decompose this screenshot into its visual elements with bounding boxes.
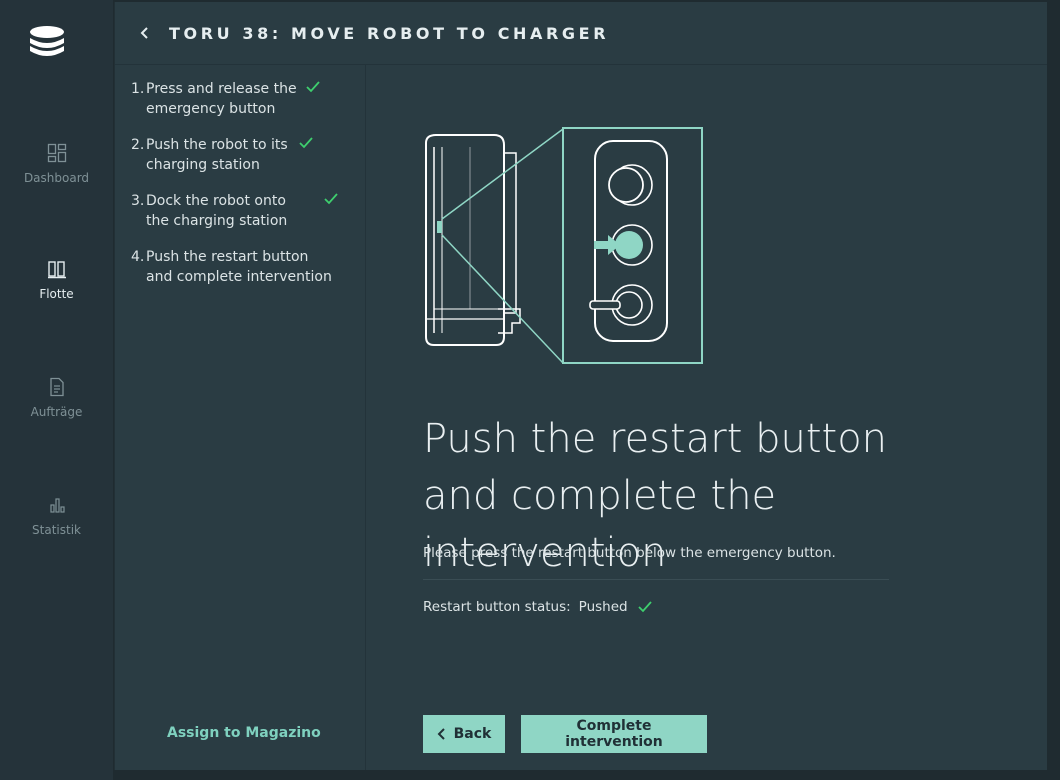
stacked-discs-logo-icon[interactable] — [26, 24, 68, 62]
fleet-icon — [47, 261, 66, 279]
step-text: Dock the robot onto the charging station — [146, 193, 288, 229]
nav-item-dashboard[interactable]: Dashboard — [0, 143, 113, 185]
complete-intervention-button[interactable]: Complete intervention — [521, 715, 707, 753]
step-number: 4. — [131, 249, 145, 265]
nav-item-auftraege[interactable]: Aufträge — [0, 377, 113, 419]
check-icon — [324, 193, 338, 205]
nav-label-dashboard: Dashboard — [23, 171, 90, 185]
bar-chart-icon — [49, 498, 65, 513]
chevron-left-icon — [437, 728, 445, 740]
nav-item-statistik[interactable]: Statistik — [0, 495, 113, 537]
step-content: Push the restart button and complete the… — [366, 65, 1047, 770]
back-button[interactable]: Back — [423, 715, 505, 753]
sidebar: Dashboard Flotte Aufträge Statistik — [0, 0, 113, 780]
check-icon — [637, 601, 652, 613]
check-icon — [306, 81, 320, 93]
assign-to-magazino-link[interactable]: Assign to Magazino — [167, 725, 321, 741]
page-title: TORU 38: MOVE ROBOT TO CHARGER — [169, 23, 610, 43]
step-number: 2. — [131, 137, 145, 153]
chevron-left-icon[interactable] — [137, 25, 153, 41]
nav-label-statistik: Statistik — [32, 523, 81, 537]
panel-header: TORU 38: MOVE ROBOT TO CHARGER — [115, 2, 1047, 65]
divider — [423, 579, 889, 580]
back-button-label: Back — [453, 726, 492, 742]
intervention-panel: TORU 38: MOVE ROBOT TO CHARGER 1. Press … — [114, 2, 1047, 770]
steps-list: 1. Press and release the emergency butto… — [115, 65, 365, 287]
step-item: 4. Push the restart button and complete … — [131, 247, 346, 287]
step-text: Push the restart button and complete int… — [146, 249, 332, 285]
document-icon — [49, 377, 64, 397]
steps-column: 1. Press and release the emergency butto… — [115, 65, 366, 770]
dashboard-icon — [47, 143, 66, 163]
step-item: 1. Press and release the emergency butto… — [131, 79, 346, 119]
nav-label-auftraege: Aufträge — [30, 405, 83, 419]
status-label: Restart button status: — [423, 599, 571, 615]
step-item: 2. Push the robot to its charging statio… — [131, 135, 346, 175]
check-icon — [299, 137, 313, 149]
step-item: 3. Dock the robot onto the charging stat… — [131, 191, 346, 231]
step-text: Push the robot to its charging station — [146, 137, 288, 173]
headline-line-1: Push the restart button — [423, 416, 888, 462]
robot-restart-button-illustration — [425, 127, 703, 364]
step-description: Please press the restart button below th… — [423, 545, 836, 561]
step-number: 3. — [131, 193, 145, 209]
status-value: Pushed — [578, 599, 628, 615]
step-number: 1. — [131, 81, 145, 97]
step-text: Press and release the emergency button — [146, 81, 297, 117]
restart-status: Restart button status: Pushed — [423, 599, 652, 615]
nav-label-flotte: Flotte — [39, 287, 74, 301]
nav-item-flotte[interactable]: Flotte — [0, 259, 113, 301]
